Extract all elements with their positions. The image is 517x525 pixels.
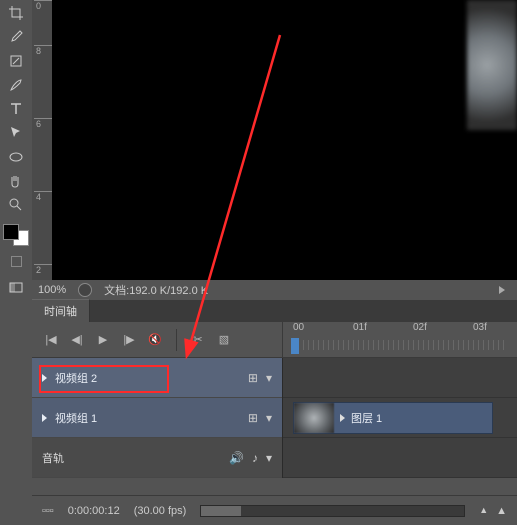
transition-button[interactable]: ▧ xyxy=(215,331,233,349)
track-name: 视频组 2 xyxy=(55,370,248,386)
play-button[interactable]: ▶ xyxy=(94,331,112,349)
tools-panel xyxy=(0,0,32,525)
ruler-tick: 6 xyxy=(34,118,54,129)
expand-arrow-icon[interactable] xyxy=(42,374,47,382)
timeline-row[interactable] xyxy=(283,438,517,478)
expand-arrow-icon[interactable] xyxy=(340,414,345,422)
shape-tool[interactable] xyxy=(4,146,28,168)
zoom-in-icon[interactable]: ▲ xyxy=(496,505,507,517)
healing-brush-tool[interactable] xyxy=(4,50,28,72)
track-headers: 视频组 2 ⊞ ▾ 视频组 1 ⊞ ▾ 音轨 🔊 ♪ ▾ xyxy=(32,358,282,478)
clip-layer-1[interactable]: 图层 1 xyxy=(293,402,493,434)
time-scale xyxy=(293,340,507,350)
step-back-button[interactable]: ◀| xyxy=(68,331,86,349)
crop-tool[interactable] xyxy=(4,2,28,24)
brush-tool[interactable] xyxy=(4,74,28,96)
type-tool[interactable] xyxy=(4,98,28,120)
time-ruler[interactable]: 00 01f 02f 03f xyxy=(282,322,517,358)
ruler-tick: 4 xyxy=(34,191,54,202)
status-bar: 100% 文档:192.0 K/192.0 K xyxy=(32,280,517,300)
info-menu-arrow-icon[interactable] xyxy=(499,286,505,294)
timeline-footer: ▫▫▫ 0:00:00:12 (30.00 fps) ▲ ▲ xyxy=(32,495,517,525)
zoom-tool[interactable] xyxy=(4,194,28,216)
document-info[interactable]: 文档:192.0 K/192.0 K xyxy=(104,282,208,298)
track-name: 视频组 1 xyxy=(55,410,248,426)
globe-icon[interactable] xyxy=(78,283,92,297)
ruler-tick: 8 xyxy=(34,45,54,56)
split-clip-button[interactable]: ✂ xyxy=(189,331,207,349)
fps-label: (30.00 fps) xyxy=(134,505,187,517)
step-forward-button[interactable]: |▶ xyxy=(120,331,138,349)
quickmask-toggle[interactable] xyxy=(11,256,22,267)
transport-controls: |◀ ◀| ▶ |▶ 🔇 ✂ ▧ xyxy=(32,322,282,358)
playhead[interactable] xyxy=(291,338,299,354)
go-to-first-frame-button[interactable]: |◀ xyxy=(42,331,60,349)
screen-mode[interactable] xyxy=(4,277,28,299)
track-video-group-2[interactable]: 视频组 2 ⊞ ▾ xyxy=(32,358,282,398)
time-label: 02f xyxy=(413,322,427,333)
track-name: 音轨 xyxy=(42,450,229,466)
tab-timeline[interactable]: 时间轴 xyxy=(32,299,90,322)
clip-label: 图层 1 xyxy=(351,410,382,426)
chevron-down-icon[interactable]: ▾ xyxy=(266,371,272,385)
timeline-row[interactable] xyxy=(283,358,517,398)
canvas-content xyxy=(467,0,517,130)
chevron-down-icon[interactable]: ▾ xyxy=(266,451,272,465)
mute-button[interactable]: 🔇 xyxy=(146,331,164,349)
ruler-tick: 2 xyxy=(34,264,54,275)
time-label: 01f xyxy=(353,322,367,333)
ruler-tick: 0 xyxy=(34,0,54,11)
document-canvas[interactable] xyxy=(52,0,517,280)
zoom-slider-label[interactable]: ▫▫▫ xyxy=(42,505,54,517)
scrollbar-thumb[interactable] xyxy=(201,506,241,516)
timeline-scrollbar[interactable] xyxy=(200,505,465,517)
color-swatch[interactable] xyxy=(3,224,29,246)
vertical-ruler: 0 8 6 4 2 xyxy=(32,0,52,280)
clip-thumbnail xyxy=(294,403,334,433)
canvas-area: 0 8 6 4 2 xyxy=(32,0,517,280)
timeline-row[interactable]: 图层 1 xyxy=(283,398,517,438)
eyedropper-tool[interactable] xyxy=(4,26,28,48)
timecode[interactable]: 0:00:00:12 xyxy=(68,505,120,517)
expand-arrow-icon[interactable] xyxy=(42,414,47,422)
path-selection-tool[interactable] xyxy=(4,122,28,144)
zoom-out-icon[interactable]: ▲ xyxy=(479,505,488,517)
film-icon[interactable]: ⊞ xyxy=(248,411,258,425)
timeline-clips-area[interactable]: 图层 1 xyxy=(282,358,517,478)
time-label: 03f xyxy=(473,322,487,333)
note-icon[interactable]: ♪ xyxy=(252,451,258,465)
track-video-group-1[interactable]: 视频组 1 ⊞ ▾ xyxy=(32,398,282,438)
chevron-down-icon[interactable]: ▾ xyxy=(266,411,272,425)
track-audio[interactable]: 音轨 🔊 ♪ ▾ xyxy=(32,438,282,478)
time-label: 00 xyxy=(293,322,304,333)
panel-tab-bar: 时间轴 xyxy=(32,300,517,322)
zoom-level[interactable]: 100% xyxy=(38,284,66,296)
speaker-icon[interactable]: 🔊 xyxy=(229,451,244,465)
hand-tool[interactable] xyxy=(4,170,28,192)
film-icon[interactable]: ⊞ xyxy=(248,371,258,385)
